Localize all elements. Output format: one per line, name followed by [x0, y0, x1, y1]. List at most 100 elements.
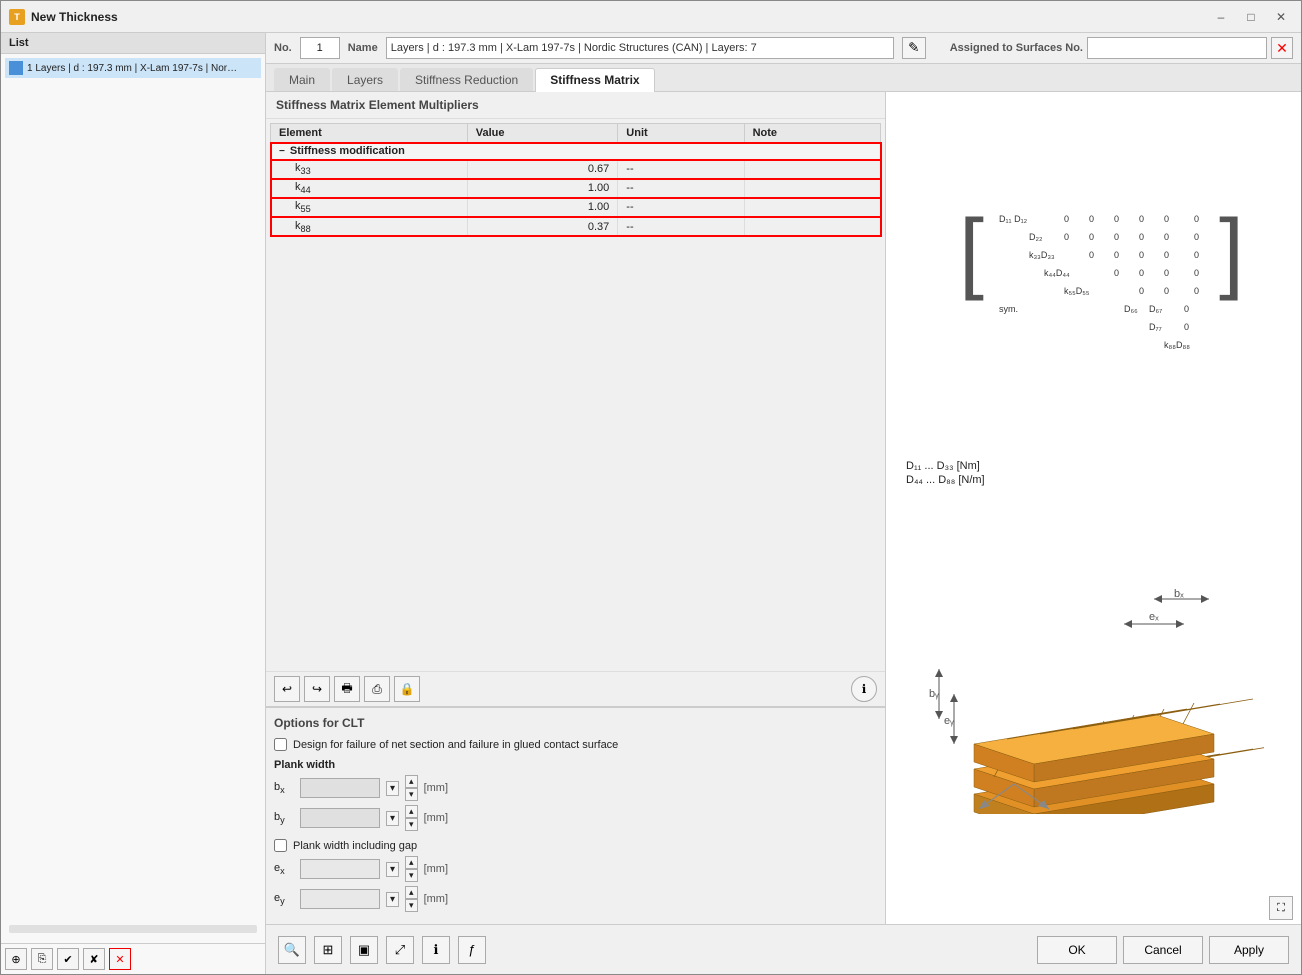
list-scrollbar[interactable]	[9, 925, 257, 933]
design-failure-checkbox[interactable]	[274, 738, 287, 751]
cell-element: k33	[271, 160, 468, 179]
info-button[interactable]: ℹ	[851, 676, 877, 702]
footer-icons: 🔍 ⊞ ▣ ⤢ ℹ ƒ	[278, 936, 1037, 964]
footer-formula-button[interactable]: ƒ	[458, 936, 486, 964]
svg-text:0: 0	[1194, 250, 1199, 260]
cell-value[interactable]: 0.37	[467, 217, 618, 236]
tab-layers[interactable]: Layers	[332, 68, 398, 91]
stiffness-table: Element Value Unit Note −	[270, 123, 881, 237]
name-edit-button[interactable]: ✎	[902, 37, 926, 59]
gap-ex-row: ex ▾ ▴ ▾ [mm]	[274, 856, 877, 882]
list-check-button[interactable]: ✔	[57, 948, 79, 970]
cell-value[interactable]: 0.67	[467, 160, 618, 179]
cell-value[interactable]: 1.00	[467, 198, 618, 217]
gap-ey-label: ey	[274, 892, 294, 906]
svg-text:sym.: sym.	[999, 304, 1018, 314]
list-uncheck-button[interactable]: ✘	[83, 948, 105, 970]
design-failure-label: Design for failure of net section and fa…	[293, 739, 618, 751]
svg-text:bᵧ: bᵧ	[929, 688, 939, 700]
name-input[interactable]: Layers | d : 197.3 mm | X-Lam 197-7s | N…	[386, 37, 894, 59]
footer-connect-button[interactable]: ⤢	[386, 936, 414, 964]
import-button[interactable]: ↩	[274, 676, 300, 702]
gap-ey-dropdown[interactable]: ▾	[386, 892, 399, 907]
list-bottom: ⊕ ⎘ ✔ ✘ ✕	[1, 943, 265, 974]
print-button[interactable]: ⎙	[364, 676, 390, 702]
svg-text:]: ]	[1219, 202, 1244, 302]
lock-button[interactable]: 🔒	[394, 676, 420, 702]
list-add-button[interactable]: ⊕	[5, 948, 27, 970]
cell-unit: --	[618, 217, 744, 236]
main-window: T New Thickness – □ ✕ List 1 Layers | d …	[0, 0, 1302, 975]
list-duplicate-button[interactable]: ⎘	[31, 948, 53, 970]
gap-ex-spinner[interactable]: ▴ ▾	[405, 856, 418, 882]
footer-search-button[interactable]: 🔍	[278, 936, 306, 964]
window-title: New Thickness	[31, 10, 1203, 24]
apply-button[interactable]: Apply	[1209, 936, 1289, 964]
svg-text:0: 0	[1089, 232, 1094, 242]
svg-text:0: 0	[1184, 322, 1189, 332]
list-delete-button[interactable]: ✕	[109, 948, 131, 970]
svg-text:[: [	[959, 202, 984, 302]
plank-bx-input[interactable]	[300, 778, 380, 798]
gap-ex-dropdown[interactable]: ▾	[386, 862, 399, 877]
gap-ex-input[interactable]	[300, 859, 380, 879]
tab-stiffness-matrix[interactable]: Stiffness Matrix	[535, 68, 654, 92]
gap-checkbox[interactable]	[274, 839, 287, 852]
matrix-legend: D₁₁ ... D₃₃ [Nm] D₄₄ ... D₈₈ [N/m]	[886, 452, 1301, 496]
table-row: k33 0.67 --	[271, 160, 881, 179]
cell-note	[744, 217, 880, 236]
svg-text:k₅₅D₅₅: k₅₅D₅₅	[1064, 286, 1090, 296]
matrix-svg: [ D₁₁ D₁₂ 0 0 0 0 0 0 D₂₂ 0	[924, 172, 1264, 372]
list-item[interactable]: 1 Layers | d : 197.3 mm | X-Lam 197-7s |…	[5, 58, 261, 78]
footer-info-button[interactable]: ℹ	[422, 936, 450, 964]
cell-element: k55	[271, 198, 468, 217]
ok-button[interactable]: OK	[1037, 936, 1117, 964]
assigned-clear-button[interactable]: ✕	[1271, 37, 1293, 59]
plank-by-input[interactable]	[300, 808, 380, 828]
close-button[interactable]: ✕	[1269, 5, 1293, 29]
plank-by-dropdown[interactable]: ▾	[386, 811, 399, 826]
col-note: Note	[744, 124, 880, 143]
expand-icon[interactable]: −	[279, 146, 285, 157]
content-panel: No. 1 Name Layers | d : 197.3 mm | X-Lam…	[266, 33, 1301, 974]
app-icon: T	[9, 9, 25, 25]
maximize-button[interactable]: □	[1239, 5, 1263, 29]
table-container: Element Value Unit Note −	[266, 119, 885, 671]
gap-ex-unit: [mm]	[424, 863, 448, 875]
print-preview-button[interactable]: 🖶	[334, 676, 360, 702]
svg-text:eᵧ: eᵧ	[944, 715, 954, 727]
plank-bx-label: bx	[274, 781, 294, 795]
cell-unit: --	[618, 179, 744, 198]
footer-select-button[interactable]: ▣	[350, 936, 378, 964]
svg-text:0: 0	[1064, 232, 1069, 242]
tab-bar: Main Layers Stiffness Reduction Stiffnes…	[266, 64, 1301, 92]
minimize-button[interactable]: –	[1209, 5, 1233, 29]
cell-element: k44	[271, 179, 468, 198]
gap-ey-spinner[interactable]: ▴ ▾	[405, 886, 418, 912]
footer-grid-button[interactable]: ⊞	[314, 936, 342, 964]
cancel-button[interactable]: Cancel	[1123, 936, 1203, 964]
plank-by-spinner[interactable]: ▴ ▾	[405, 805, 418, 831]
gap-ey-input[interactable]	[300, 889, 380, 909]
assigned-label: Assigned to Surfaces No.	[950, 42, 1083, 54]
plank-bx-unit: [mm]	[424, 782, 448, 794]
assigned-section: Assigned to Surfaces No. ✕	[950, 37, 1293, 59]
svg-text:0: 0	[1114, 268, 1119, 278]
diagram-expand-button[interactable]: ⛶	[1269, 896, 1293, 920]
cell-note	[744, 198, 880, 217]
export-button[interactable]: ↪	[304, 676, 330, 702]
svg-text:D₇₇: D₇₇	[1149, 322, 1162, 332]
plank-bx-spinner[interactable]: ▴ ▾	[405, 775, 418, 801]
split-pane: Stiffness Matrix Element Multipliers Ele…	[266, 92, 1301, 924]
cell-value[interactable]: 1.00	[467, 179, 618, 198]
assigned-input[interactable]	[1087, 37, 1267, 59]
col-unit: Unit	[618, 124, 744, 143]
header-row: No. 1 Name Layers | d : 197.3 mm | X-Lam…	[266, 33, 1301, 64]
svg-text:0: 0	[1139, 250, 1144, 260]
plank-bx-dropdown[interactable]: ▾	[386, 781, 399, 796]
main-area: List 1 Layers | d : 197.3 mm | X-Lam 197…	[1, 33, 1301, 974]
svg-text:0: 0	[1089, 250, 1094, 260]
tab-stiffness-reduction[interactable]: Stiffness Reduction	[400, 68, 533, 91]
tab-main[interactable]: Main	[274, 68, 330, 91]
svg-text:0: 0	[1164, 286, 1169, 296]
